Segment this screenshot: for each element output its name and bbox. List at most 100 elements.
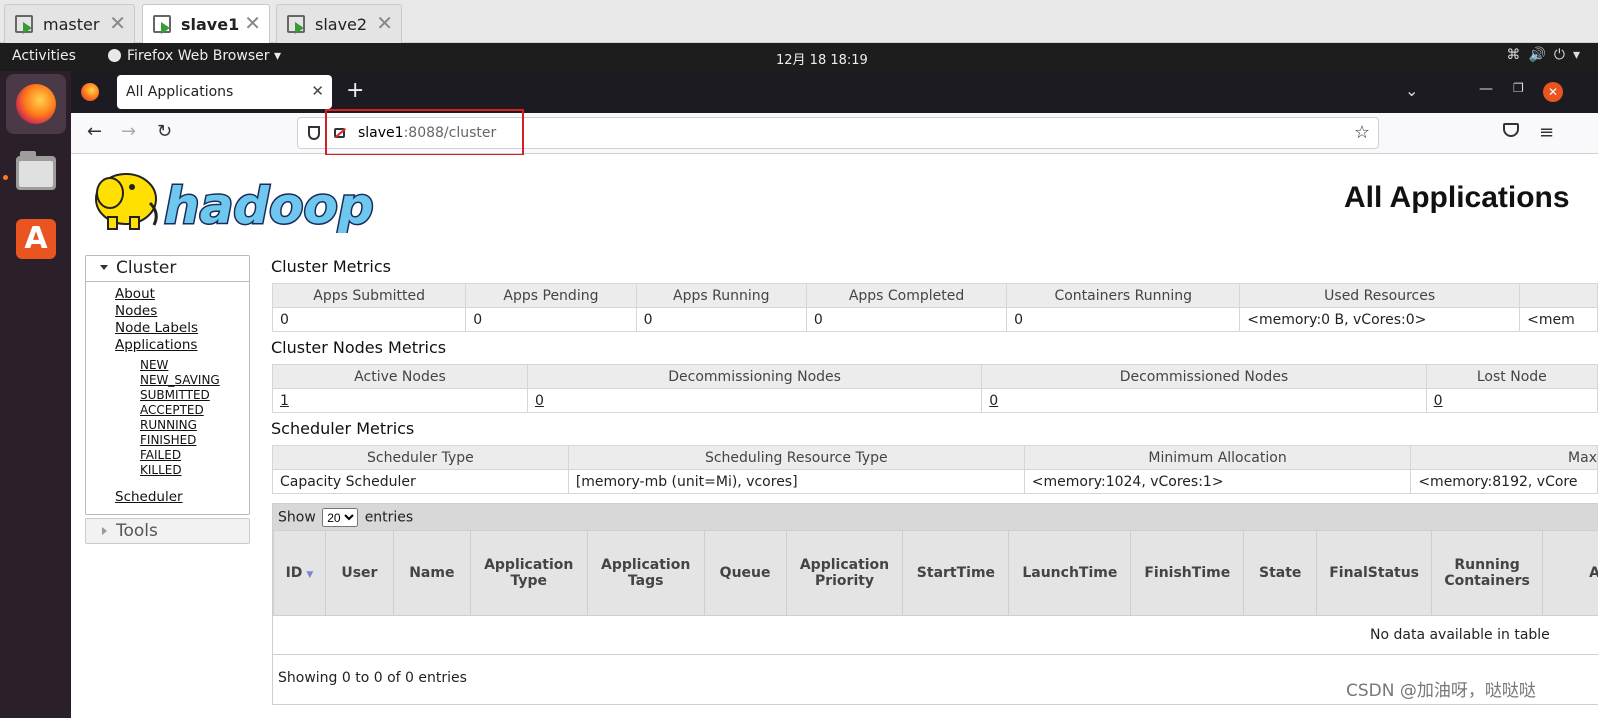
metric-value: <mem: [1519, 307, 1598, 332]
column-header-app-tags[interactable]: Application Tags: [586, 530, 705, 616]
state-link-new-saving[interactable]: NEW_SAVING: [140, 373, 249, 388]
restore-icon[interactable]: ❐: [1513, 81, 1524, 95]
column-header-priority[interactable]: Application Priority: [785, 530, 904, 616]
metric-value: 0: [805, 307, 1008, 332]
back-icon[interactable]: ←: [87, 122, 102, 142]
column-header-finish-time[interactable]: FinishTime: [1130, 530, 1245, 616]
nav-link-applications[interactable]: Applications: [115, 337, 249, 354]
activities-button[interactable]: Activities: [12, 48, 76, 64]
column-header: Apps Running: [635, 283, 807, 308]
vm-tab-slave1[interactable]: slave1 ✕: [142, 4, 270, 43]
vm-tab-label: master: [43, 15, 100, 34]
dock-software[interactable]: A: [6, 209, 66, 269]
state-link-failed[interactable]: FAILED: [140, 448, 249, 463]
state-link-running[interactable]: RUNNING: [140, 418, 249, 433]
app-menu[interactable]: Firefox Web Browser ▾: [108, 48, 281, 64]
column-header-running-containers[interactable]: Running Containers: [1431, 530, 1544, 616]
vm-tab-slave2[interactable]: slave2 ✕: [276, 4, 402, 43]
nav-link-scheduler[interactable]: Scheduler: [115, 489, 249, 506]
left-navigation: Cluster About Nodes Node Labels Applicat…: [85, 255, 250, 544]
state-link-killed[interactable]: KILLED: [140, 463, 249, 478]
sort-desc-icon: ▼: [306, 570, 314, 580]
hadoop-logo[interactable]: hadoop: [88, 163, 380, 233]
empty-table-message: No data available in table: [273, 616, 1598, 655]
reload-icon[interactable]: ↻: [157, 122, 172, 142]
scheduler-metrics-title: Scheduler Metrics: [271, 419, 415, 438]
logo-wordmark: hadoop: [164, 177, 374, 233]
metric-value: 0: [1006, 307, 1241, 332]
caret-down-icon: [100, 265, 108, 270]
cluster-metrics-table: Apps Submitted Apps Pending Apps Running…: [271, 283, 1598, 332]
state-link-new[interactable]: NEW: [140, 358, 249, 373]
dock-files[interactable]: [6, 142, 66, 202]
column-header: Containers Running: [1006, 283, 1241, 308]
close-icon[interactable]: ✕: [244, 13, 261, 33]
tab-title: All Applications: [126, 84, 234, 100]
column-header-name[interactable]: Name: [392, 530, 471, 616]
decommissioning-nodes-link[interactable]: 0: [526, 388, 983, 413]
forward-icon[interactable]: →: [121, 122, 136, 142]
column-header-truncated[interactable]: A: [1542, 530, 1598, 616]
browser-nav-bar: ← → ↻ slave1:8088/cluster ☆ ≡: [71, 113, 1598, 154]
highlight-box: [325, 109, 524, 156]
shield-icon[interactable]: [308, 126, 320, 140]
column-header: Scheduler Type: [272, 445, 569, 470]
firefox-icon: [16, 84, 56, 124]
column-header: Apps Completed: [805, 283, 1008, 308]
nav-link-node-labels[interactable]: Node Labels: [115, 320, 249, 337]
state-link-finished[interactable]: FINISHED: [140, 433, 249, 448]
dock: A: [0, 71, 71, 718]
list-tabs-icon[interactable]: ⌄: [1405, 81, 1418, 100]
firefox-view-icon[interactable]: [81, 83, 99, 101]
pocket-icon[interactable]: [1503, 123, 1519, 137]
vm-tab-strip: master ✕ slave1 ✕ slave2 ✕: [0, 0, 1598, 43]
column-header-id[interactable]: ID ▼: [273, 530, 326, 616]
metric-value: 0: [271, 307, 467, 332]
close-icon[interactable]: ✕: [376, 13, 393, 33]
minimize-icon[interactable]: —: [1479, 81, 1493, 97]
software-store-icon: A: [16, 219, 56, 259]
column-header: Decommissioned Nodes: [981, 364, 1427, 389]
state-link-accepted[interactable]: ACCEPTED: [140, 403, 249, 418]
vm-tab-master[interactable]: master ✕: [4, 4, 135, 43]
nav-link-nodes[interactable]: Nodes: [115, 303, 249, 320]
lost-nodes-link[interactable]: 0: [1425, 388, 1598, 413]
dock-firefox[interactable]: [6, 74, 66, 134]
column-header: Minimum Allocation: [1023, 445, 1412, 470]
nodes-metrics-title: Cluster Nodes Metrics: [271, 338, 447, 357]
close-icon[interactable]: ✕: [311, 82, 324, 100]
tools-header[interactable]: Tools: [85, 518, 250, 544]
hamburger-menu-icon[interactable]: ≡: [1539, 122, 1554, 143]
active-nodes-link[interactable]: 1: [272, 388, 528, 413]
applications-table: ID ▼ User Name Application Type Applicati…: [273, 530, 1598, 616]
applications-table-wrapper: Show 20 entries ID ▼ User Name Applicatio…: [272, 503, 1598, 705]
system-tray[interactable]: ⌘🔊⏻▾: [1506, 47, 1588, 63]
state-link-submitted[interactable]: SUBMITTED: [140, 388, 249, 403]
decommissioned-nodes-link[interactable]: 0: [981, 388, 1427, 413]
network-icon: ⌘: [1506, 47, 1529, 63]
window-close-icon[interactable]: ✕: [1543, 82, 1563, 102]
new-tab-button[interactable]: +: [346, 79, 364, 103]
metric-value: 0: [465, 307, 637, 332]
bookmark-star-icon[interactable]: ☆: [1354, 122, 1370, 143]
column-header-launch-time[interactable]: LaunchTime: [1008, 530, 1132, 616]
close-icon[interactable]: ✕: [109, 13, 126, 33]
column-header-app-type[interactable]: Application Type: [469, 530, 588, 616]
browser-tab[interactable]: All Applications ✕: [117, 75, 332, 109]
column-header: Used Resources: [1239, 283, 1521, 308]
clock[interactable]: 12月 18 18:19: [776, 49, 868, 68]
cluster-panel: Cluster About Nodes Node Labels Applicat…: [85, 255, 250, 515]
page-size-select[interactable]: 20: [322, 508, 359, 527]
cluster-label: Cluster: [116, 258, 177, 278]
column-header-final-status[interactable]: FinalStatus: [1316, 530, 1433, 616]
column-header-start-time[interactable]: StartTime: [902, 530, 1010, 616]
nav-link-about[interactable]: About: [115, 286, 249, 303]
gnome-top-bar: Activities Firefox Web Browser ▾ 12月 18 …: [0, 43, 1598, 71]
column-header-user[interactable]: User: [324, 530, 394, 616]
column-header-state[interactable]: State: [1243, 530, 1318, 616]
vm-icon: [15, 15, 33, 34]
cluster-header[interactable]: Cluster: [86, 256, 249, 282]
metric-value: 0: [635, 307, 807, 332]
page-content: hadoop All Applications Cluster About No…: [71, 155, 1598, 718]
column-header-queue[interactable]: Queue: [703, 530, 787, 616]
